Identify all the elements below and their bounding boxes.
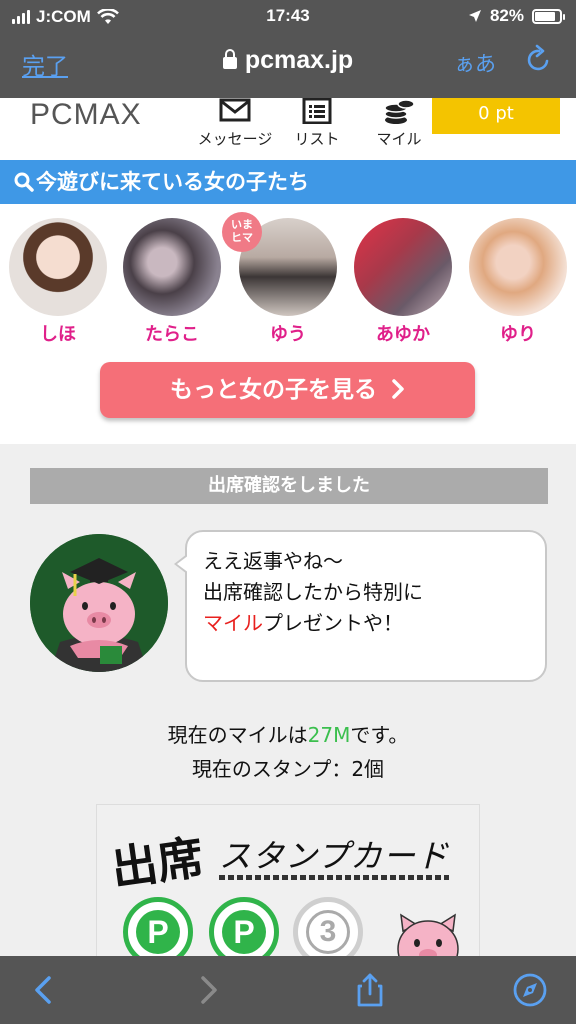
bubble-line-3-rest: プレゼントや！ bbox=[263, 611, 403, 635]
bubble-highlight: マイル bbox=[203, 611, 263, 635]
web-page: PCMAX メッセージ リスト マイル 0 pt 今遊びに来ている女の子たち し… bbox=[0, 98, 576, 956]
search-icon bbox=[14, 172, 34, 192]
girl-name: たらこ bbox=[145, 324, 199, 345]
coins-icon bbox=[384, 99, 415, 124]
bubble-line-1: ええ返事やね〜 bbox=[203, 549, 343, 573]
stamp-card: 出席 スタンプカード P P 3 bbox=[96, 804, 480, 956]
bubble-line-2: 出席確認したから特別に bbox=[203, 580, 423, 604]
girl-card[interactable]: あゆか bbox=[353, 218, 453, 346]
nav-miles-label: マイル bbox=[376, 130, 422, 148]
girl-name: しほ bbox=[40, 324, 76, 345]
nav-messages[interactable]: メッセージ bbox=[194, 98, 276, 149]
stamp-mark: P bbox=[222, 910, 266, 954]
share-icon[interactable] bbox=[352, 972, 388, 1008]
stamp-number: 3 bbox=[306, 910, 350, 954]
girl-card[interactable]: ゆり bbox=[468, 218, 568, 346]
stamp-card-title-big: 出席 bbox=[108, 829, 207, 897]
girl-name: ゆう bbox=[270, 324, 306, 345]
girl-photo[interactable] bbox=[469, 218, 567, 316]
girls-section-header: 今遊びに来ている女の子たち bbox=[0, 160, 576, 204]
badge-text: いまヒマ bbox=[231, 218, 253, 244]
attendance-title: 出席確認をしました bbox=[30, 468, 548, 504]
girls-section-title: 今遊びに来ている女の子たち bbox=[36, 170, 309, 194]
pig-mascot-avatar bbox=[30, 534, 168, 672]
mile-info: 現在のマイルは27Mです。 現在のスタンプ：2個 bbox=[0, 718, 576, 786]
see-more-label: もっと女の子を見る bbox=[169, 377, 377, 403]
nav-list-label: リスト bbox=[294, 130, 340, 148]
status-bar: J:COM 17:43 82% bbox=[0, 0, 576, 34]
mile-suffix: です。 bbox=[350, 723, 409, 747]
envelope-icon bbox=[219, 98, 251, 122]
header-nav: メッセージ リスト マイル bbox=[194, 98, 440, 149]
reload-icon[interactable] bbox=[524, 44, 554, 74]
current-miles: 現在のマイルは27Mです。 bbox=[0, 718, 576, 752]
girl-card[interactable]: たらこ bbox=[122, 218, 222, 346]
url-text: pcmax.jp bbox=[244, 46, 354, 74]
site-logo[interactable]: PCMAX bbox=[30, 98, 142, 132]
nav-messages-label: メッセージ bbox=[197, 130, 273, 148]
stamp-mark: P bbox=[136, 910, 180, 954]
pig-icon bbox=[397, 913, 459, 956]
bubble-line-3: マイルプレゼントや！ bbox=[203, 608, 529, 639]
browser-nav-bar: 完了 pcmax.jp ぁあ bbox=[0, 34, 576, 98]
chevron-right-icon bbox=[392, 379, 404, 399]
girls-list: しほ たらこ いまヒマ ゆう あゆか ゆり もっと女の子を見る bbox=[0, 204, 576, 444]
back-icon[interactable] bbox=[26, 972, 62, 1008]
girl-photo[interactable] bbox=[354, 218, 452, 316]
available-now-badge: いまヒマ bbox=[222, 212, 262, 252]
text-size-button[interactable]: ぁあ bbox=[454, 48, 496, 78]
girl-card[interactable]: しほ bbox=[8, 218, 108, 346]
girl-name: あゆか bbox=[376, 324, 430, 345]
lock-icon bbox=[222, 49, 237, 69]
stamp-card-divider bbox=[219, 875, 449, 880]
mile-prefix: 現在のマイルは bbox=[167, 723, 308, 747]
mile-value: 27M bbox=[307, 723, 351, 747]
pig-mascot-icon bbox=[30, 534, 168, 672]
speech-bubble: ええ返事やね〜 出席確認したから特別に マイルプレゼントや！ bbox=[174, 530, 547, 682]
location-icon bbox=[468, 10, 481, 22]
battery-icon bbox=[532, 8, 565, 24]
list-icon bbox=[302, 98, 332, 124]
battery-percent: 82% bbox=[489, 6, 524, 25]
points-button[interactable]: 0 pt bbox=[432, 98, 560, 134]
browser-toolbar bbox=[0, 956, 576, 1024]
girl-name: ゆり bbox=[500, 324, 536, 345]
girl-photo[interactable] bbox=[123, 218, 221, 316]
current-stamps: 現在のスタンプ：2個 bbox=[191, 757, 385, 781]
stamp-slot-1: P bbox=[123, 897, 193, 956]
girl-photo[interactable] bbox=[9, 218, 107, 316]
stamp-slot-3: 3 bbox=[293, 897, 363, 956]
girl-card[interactable]: いまヒマ ゆう bbox=[222, 212, 338, 346]
stamp-slot-2: P bbox=[209, 897, 279, 956]
nav-list[interactable]: リスト bbox=[276, 98, 358, 149]
site-header: PCMAX メッセージ リスト マイル 0 pt bbox=[0, 98, 576, 160]
nav-miles[interactable]: マイル bbox=[358, 98, 440, 149]
stamp-card-title: スタンプカード bbox=[219, 837, 450, 875]
compass-icon[interactable] bbox=[512, 972, 548, 1008]
see-more-girls-button[interactable]: もっと女の子を見る bbox=[100, 362, 475, 418]
forward-icon[interactable] bbox=[190, 972, 226, 1008]
